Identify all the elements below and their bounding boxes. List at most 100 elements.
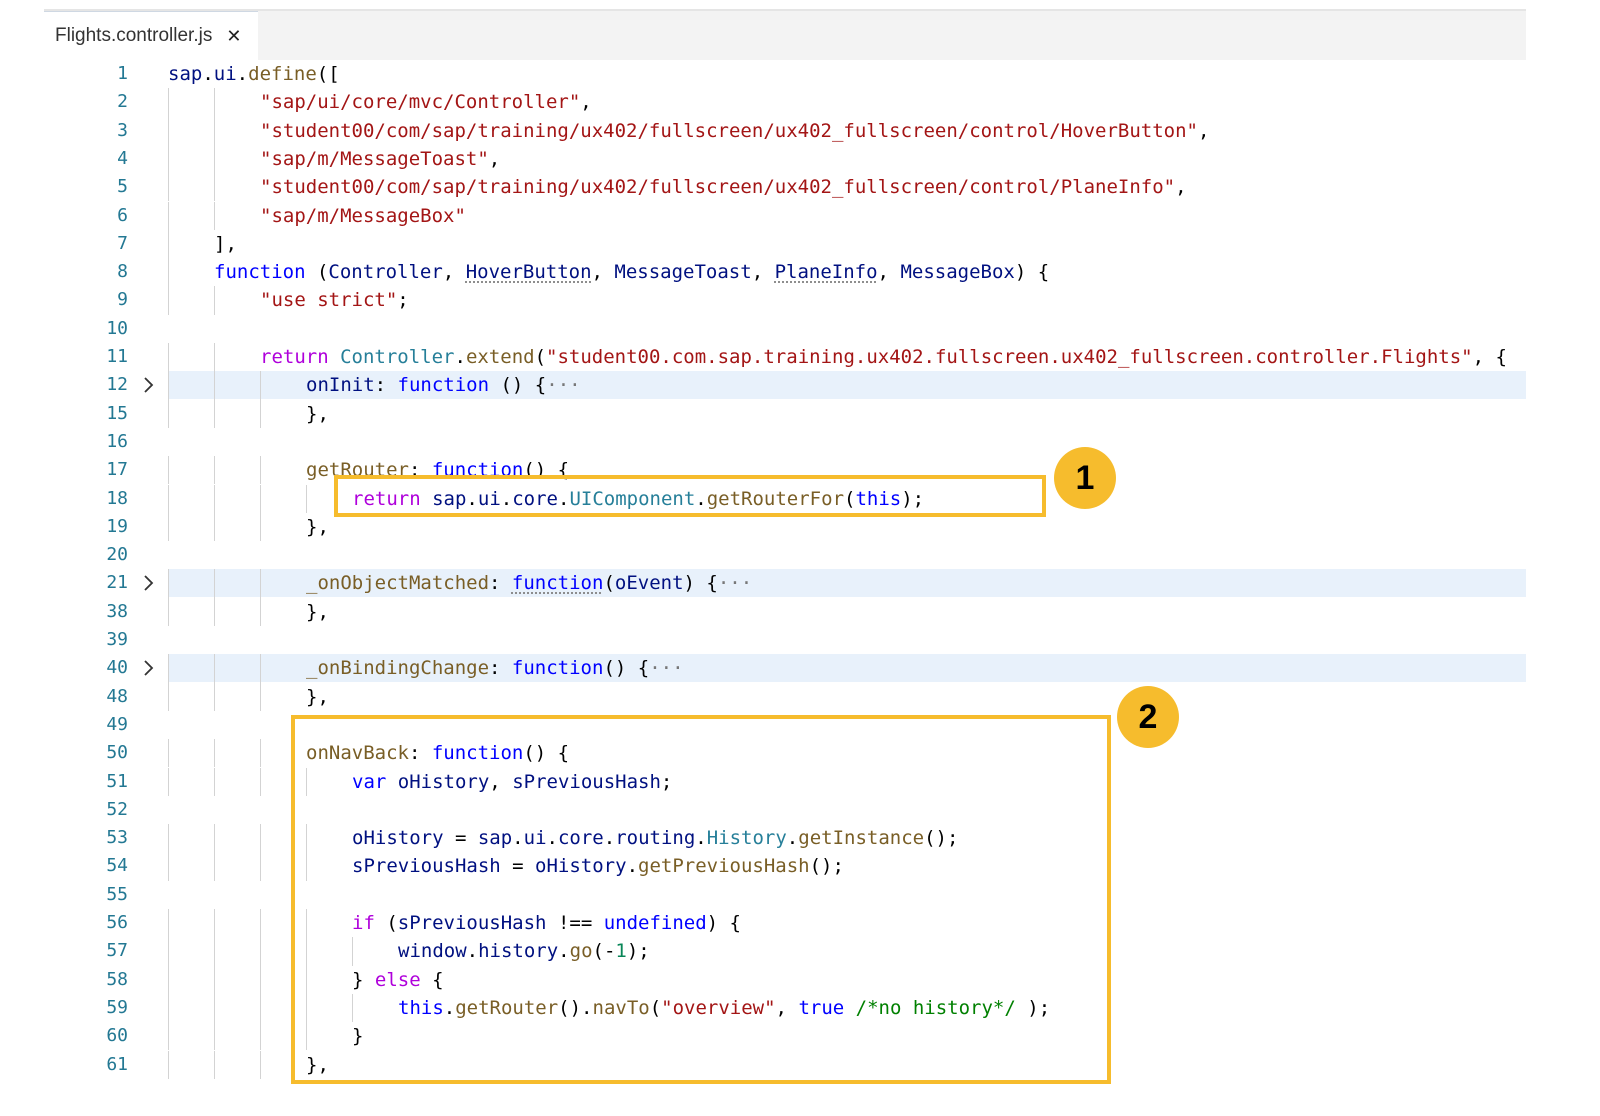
code-token: PlaneInfo: [774, 261, 878, 284]
line-number: 3: [117, 119, 128, 141]
code-token: .: [454, 346, 466, 368]
indent-guide: [214, 767, 215, 796]
chevron-right-icon[interactable]: [142, 573, 156, 593]
code-token: ···: [546, 374, 581, 397]
code-token: extend: [465, 346, 535, 368]
code-token: (: [603, 572, 615, 595]
indent-guide: [214, 824, 215, 853]
line-number: 39: [106, 629, 128, 650]
code-line[interactable]: 38},: [44, 597, 1526, 626]
indent-guide: [168, 201, 169, 230]
indent-guide: [168, 88, 169, 117]
line-number: 20: [106, 544, 128, 566]
code-token: function: [214, 261, 306, 284]
code-line[interactable]: 3 "student00/com/sap/training/ux402/fulls…: [44, 116, 1526, 145]
indent-guide: [214, 484, 215, 513]
indent-guide: [260, 1022, 261, 1051]
indent-guide: [168, 937, 169, 966]
chevron-right-icon[interactable]: [142, 375, 156, 395]
callout-box-1: [334, 475, 1046, 517]
indent-guide: [214, 144, 215, 174]
code-text: function (Controller, HoverButton, Messa…: [214, 258, 1049, 286]
indent-guide: [168, 1050, 169, 1079]
code-line[interactable]: 7],: [44, 229, 1526, 259]
line-number: 9: [117, 289, 128, 311]
indent-guide: [214, 343, 215, 372]
line-number: 19: [106, 515, 128, 537]
indent-guide: [168, 682, 169, 711]
code-token: :: [489, 572, 512, 595]
line-number: 38: [106, 600, 128, 622]
code-token: "student00/com/sap/training/ux402/fullsc…: [260, 119, 1198, 142]
code-text: _onObjectMatched: function(oEvent) {···: [306, 569, 752, 597]
code-line[interactable]: 48},: [44, 682, 1526, 711]
indent-guide: [168, 824, 169, 853]
code-line[interactable]: 6 "sap/m/MessageBox": [44, 201, 1526, 230]
indent-guide: [168, 739, 169, 768]
callout-badge-2: 2: [1117, 686, 1179, 748]
indent-guide: [214, 456, 215, 485]
code-token: .: [202, 63, 214, 85]
code-token: () {: [489, 374, 547, 397]
code-token: },: [306, 515, 329, 538]
line-number: 60: [106, 1025, 128, 1047]
indent-guide: [168, 399, 169, 428]
code-text: },: [306, 513, 329, 541]
line-number: 4: [117, 147, 128, 169]
indent-guide: [214, 173, 215, 202]
close-icon[interactable]: ✕: [226, 26, 241, 47]
indent-guide: [260, 512, 261, 542]
code-token: function: [511, 572, 604, 595]
code-line[interactable]: 10: [44, 315, 1526, 343]
indent-guide: [260, 909, 261, 938]
code-token: () {: [603, 657, 650, 680]
code-text: _onBindingChange: function() {···: [306, 654, 684, 682]
line-number: 56: [106, 912, 128, 933]
line-number: 48: [106, 685, 128, 707]
code-line[interactable]: 5 "student00/com/sap/training/ux402/fulls…: [44, 173, 1526, 202]
code-line[interactable]: 11 return Controller.extend("student00.co…: [44, 343, 1526, 372]
indent-guide: [168, 993, 169, 1023]
code-line[interactable]: 2 "sap/ui/core/mvc/Controller",: [44, 88, 1526, 117]
chevron-right-icon[interactable]: [142, 658, 156, 678]
code-token: ) {: [683, 572, 718, 595]
indent-guide: [214, 371, 215, 400]
indent-guide: [168, 852, 169, 881]
indent-guide: [214, 654, 215, 683]
code-line[interactable]: 21 _onObjectMatched: function(oEvent) {··…: [44, 569, 1526, 598]
code-line[interactable]: 40 _onBindingChange: function() {···: [44, 654, 1526, 683]
code-line[interactable]: 39: [44, 626, 1526, 654]
line-number: 54: [106, 855, 128, 877]
line-number: 7: [117, 232, 128, 254]
tab-label: Flights.controller.js: [55, 25, 213, 46]
code-token: :: [374, 374, 398, 397]
line-number: 5: [117, 176, 128, 198]
indent-guide: [168, 654, 169, 683]
code-line[interactable]: 20: [44, 541, 1526, 569]
indent-guide: [214, 739, 215, 768]
indent-guide: [168, 258, 169, 287]
indent-guide: [214, 1022, 215, 1051]
code-line[interactable]: 15},: [44, 399, 1526, 428]
code-line[interactable]: 12 onInit: function () {···: [44, 371, 1526, 400]
code-token: .: [236, 63, 249, 85]
code-line[interactable]: 16: [44, 428, 1526, 456]
code-text: "student00/com/sap/training/ux402/fullsc…: [260, 117, 1209, 145]
code-text: },: [306, 598, 329, 626]
line-number: 58: [106, 968, 128, 990]
code-text: sap.ui.define([: [168, 60, 340, 88]
code-text: "student00/com/sap/training/ux402/fullsc…: [260, 173, 1187, 201]
code-line[interactable]: 9 "use strict";: [44, 286, 1526, 315]
indent-guide: [168, 597, 169, 626]
tab-flights-controller[interactable]: Flights.controller.js ✕: [44, 11, 258, 60]
line-number: 2: [117, 91, 128, 113]
code-line[interactable]: 1 sap.ui.define([: [44, 60, 1526, 88]
code-line[interactable]: 8 function (Controller, HoverButton, Mess…: [44, 258, 1526, 287]
code-text: "use strict";: [260, 286, 409, 314]
code-token: ,: [580, 91, 592, 114]
code-token: (: [305, 261, 329, 284]
line-number: 52: [106, 798, 128, 820]
indent-guide: [168, 569, 169, 598]
code-line[interactable]: 4 "sap/m/MessageToast",: [44, 144, 1526, 174]
